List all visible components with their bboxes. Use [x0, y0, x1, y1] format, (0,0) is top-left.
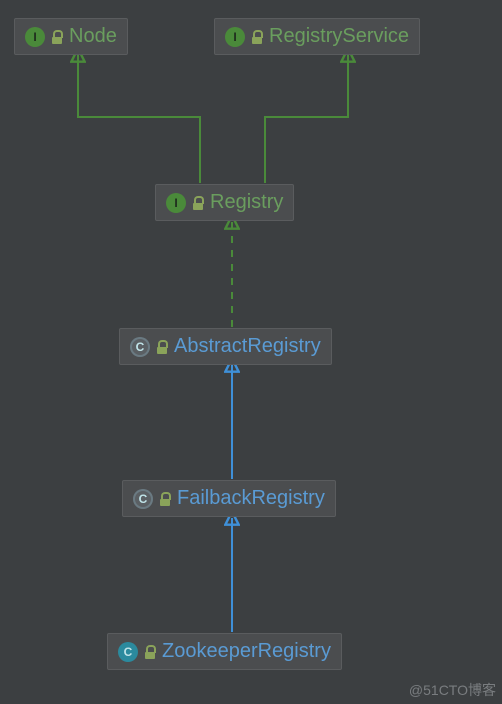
interface-icon: I	[25, 27, 45, 47]
class-box-zookeeper-registry[interactable]: C ZookeeperRegistry	[107, 633, 342, 670]
class-box-failback-registry[interactable]: C FailbackRegistry	[122, 480, 336, 517]
class-box-registry[interactable]: I Registry	[155, 184, 294, 221]
class-label: Registry	[210, 191, 283, 214]
watermark: @51CTO博客	[409, 680, 496, 700]
lock-icon	[251, 30, 263, 44]
lock-icon	[156, 340, 168, 354]
class-box-node[interactable]: I Node	[14, 18, 128, 55]
class-label: AbstractRegistry	[174, 335, 321, 358]
class-label: ZookeeperRegistry	[162, 640, 331, 663]
lock-icon	[192, 196, 204, 210]
class-label: RegistryService	[269, 25, 409, 48]
lock-icon	[144, 645, 156, 659]
lock-icon	[159, 492, 171, 506]
class-label: FailbackRegistry	[177, 487, 325, 510]
class-box-abstract-registry[interactable]: C AbstractRegistry	[119, 328, 332, 365]
class-icon: C	[133, 489, 153, 509]
interface-icon: I	[166, 193, 186, 213]
class-box-registry-service[interactable]: I RegistryService	[214, 18, 420, 55]
class-icon: C	[130, 337, 150, 357]
class-label: Node	[69, 25, 117, 48]
lock-icon	[51, 30, 63, 44]
interface-icon: I	[225, 27, 245, 47]
class-icon: C	[118, 642, 138, 662]
